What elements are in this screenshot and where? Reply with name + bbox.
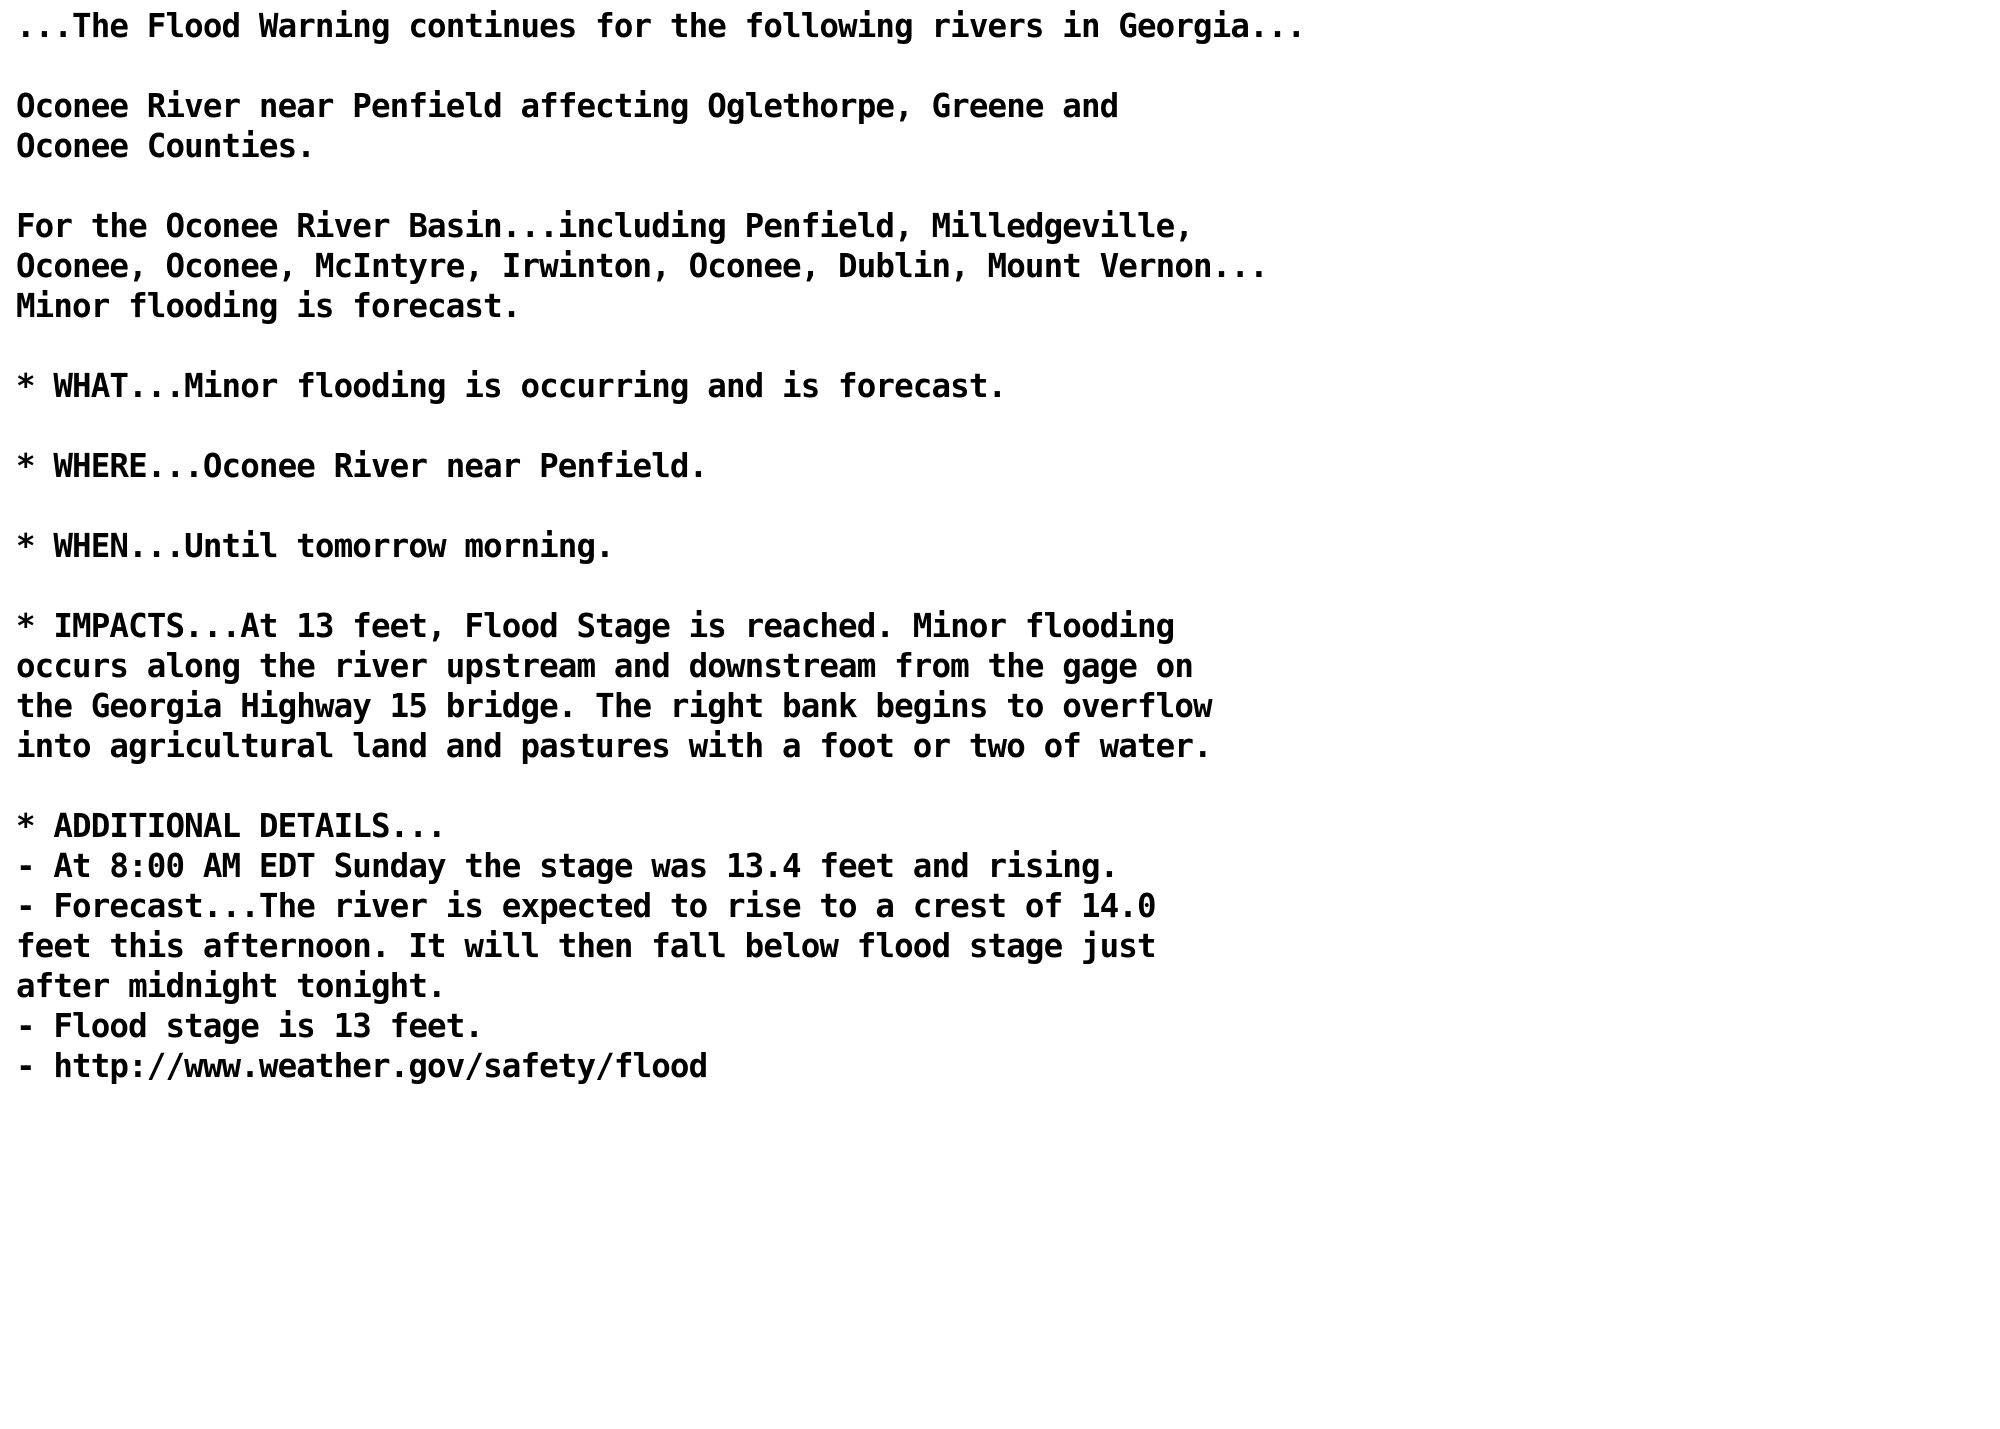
additional-details-block: * ADDITIONAL DETAILS... - At 8:00 AM EDT… [16, 806, 1984, 1086]
additional-details-header: * ADDITIONAL DETAILS... [16, 806, 447, 845]
river-location-line-1: Oconee River near Penfield affecting Ogl… [16, 86, 1119, 125]
river-location-line-2: Oconee Counties. [16, 126, 316, 165]
flood-warning-product: ...The Flood Warning continues for the f… [0, 0, 2000, 1429]
basin-summary-line-3: Minor flooding is forecast. [16, 286, 521, 325]
basin-summary-line-1: For the Oconee River Basin...including P… [16, 206, 1194, 245]
when-bullet-line: * WHEN...Until tomorrow morning. [16, 526, 615, 565]
headline-line: ...The Flood Warning continues for the f… [16, 6, 1306, 45]
impacts-bullet-block: * IMPACTS...At 13 feet, Flood Stage is r… [16, 606, 1984, 766]
additional-details-flood-stage: - Flood stage is 13 feet. [16, 1006, 484, 1045]
additional-details-forecast-line-1: - Forecast...The river is expected to ri… [16, 886, 1157, 925]
river-location-block: Oconee River near Penfield affecting Ogl… [16, 86, 1984, 166]
when-bullet-block: * WHEN...Until tomorrow morning. [16, 526, 1984, 566]
where-bullet-line: * WHERE...Oconee River near Penfield. [16, 446, 708, 485]
what-bullet-block: * WHAT...Minor flooding is occurring and… [16, 366, 1984, 406]
additional-details-forecast-line-2: feet this afternoon. It will then fall b… [16, 926, 1157, 965]
safety-url-line[interactable]: - http://www.weather.gov/safety/flood [16, 1046, 1954, 1086]
additional-details-forecast-line-3: after midnight tonight. [16, 966, 447, 1005]
additional-details-observed-stage: - At 8:00 AM EDT Sunday the stage was 13… [16, 846, 1119, 885]
product-text-body: ...The Flood Warning continues for the f… [16, 6, 1984, 1086]
basin-summary-line-2: Oconee, Oconee, McIntyre, Irwinton, Ocon… [16, 246, 1269, 285]
basin-summary-block: For the Oconee River Basin...including P… [16, 206, 1984, 326]
impacts-bullet-line-2: occurs along the river upstream and down… [16, 646, 1194, 685]
headline-block: ...The Flood Warning continues for the f… [16, 6, 1984, 46]
impacts-bullet-line-1: * IMPACTS...At 13 feet, Flood Stage is r… [16, 606, 1175, 645]
where-bullet-block: * WHERE...Oconee River near Penfield. [16, 446, 1984, 486]
impacts-bullet-line-4: into agricultural land and pastures with… [16, 726, 1213, 765]
impacts-bullet-line-3: the Georgia Highway 15 bridge. The right… [16, 686, 1213, 725]
what-bullet-line: * WHAT...Minor flooding is occurring and… [16, 366, 1007, 405]
